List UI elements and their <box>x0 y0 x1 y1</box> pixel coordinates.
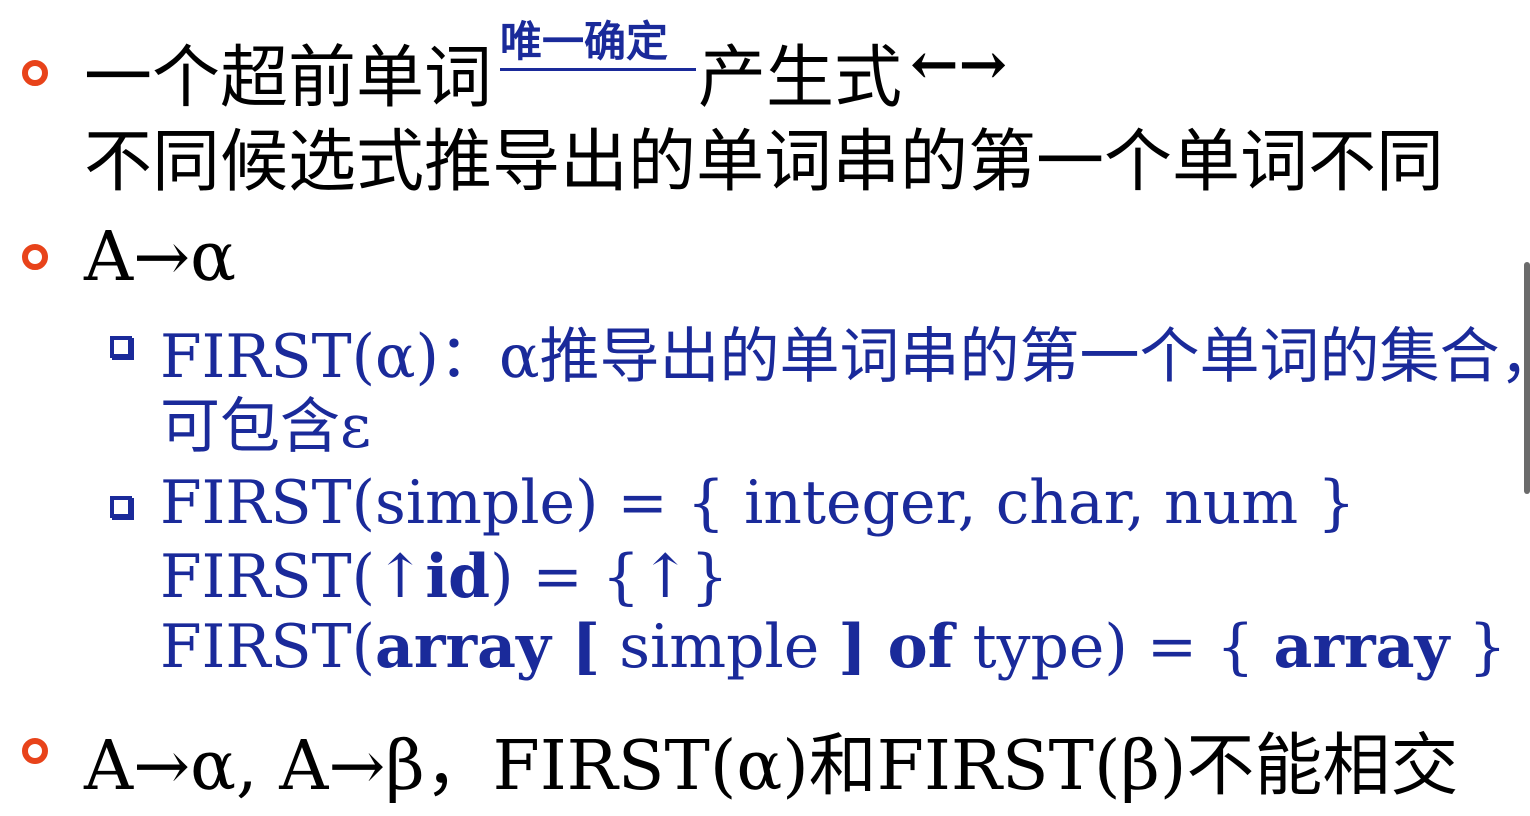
sub2-line2-b: ) = {↑} <box>490 542 729 612</box>
sub2-id-keyword: id <box>425 542 491 612</box>
double-arrow-icon: ←→ <box>910 30 1008 98</box>
sub1-line2: 可包含ε <box>160 392 372 462</box>
sub2-lbracket: [ <box>550 612 601 682</box>
annotation-underline <box>500 68 696 71</box>
bullet-circle-1 <box>22 60 48 86</box>
bullet-square-2 <box>110 496 132 518</box>
sub2-rbracket: ] <box>838 612 867 682</box>
sub2-line2: FIRST(↑id) = {↑} <box>160 542 729 612</box>
sub2-line3-a: FIRST( <box>160 612 376 682</box>
scrollbar-thumb[interactable] <box>1524 262 1530 494</box>
annotation-unique: 唯一确定 <box>500 17 669 66</box>
line3-text: A→α <box>84 218 237 297</box>
sub2-type: type) = { <box>953 612 1274 682</box>
sub2-line1: FIRST(simple) = { integer, char, num } <box>160 468 1356 538</box>
sub2-array-keyword-2: array <box>1273 612 1450 682</box>
bullet-circle-2 <box>22 244 48 270</box>
sub2-of-keyword: of <box>866 612 954 682</box>
line2-text: 不同候选式推导出的单词串的第一个单词不同 <box>84 123 1445 202</box>
sub2-line3: FIRST(array [ simple ] of type) = { arra… <box>160 612 1507 682</box>
up-arrow-icon: ↑ <box>375 542 426 612</box>
sub2-line3-end: } <box>1449 612 1507 682</box>
sub2-array-keyword: array <box>375 612 551 682</box>
bullet-square-1 <box>110 336 132 358</box>
bullet-circle-3 <box>22 738 48 764</box>
sub2-simple: simple <box>600 612 839 682</box>
last-line-text: A→α, A→β，FIRST(α)和FIRST(β)不能相交 <box>84 727 1459 806</box>
sub2-line2-a: FIRST( <box>160 542 376 612</box>
